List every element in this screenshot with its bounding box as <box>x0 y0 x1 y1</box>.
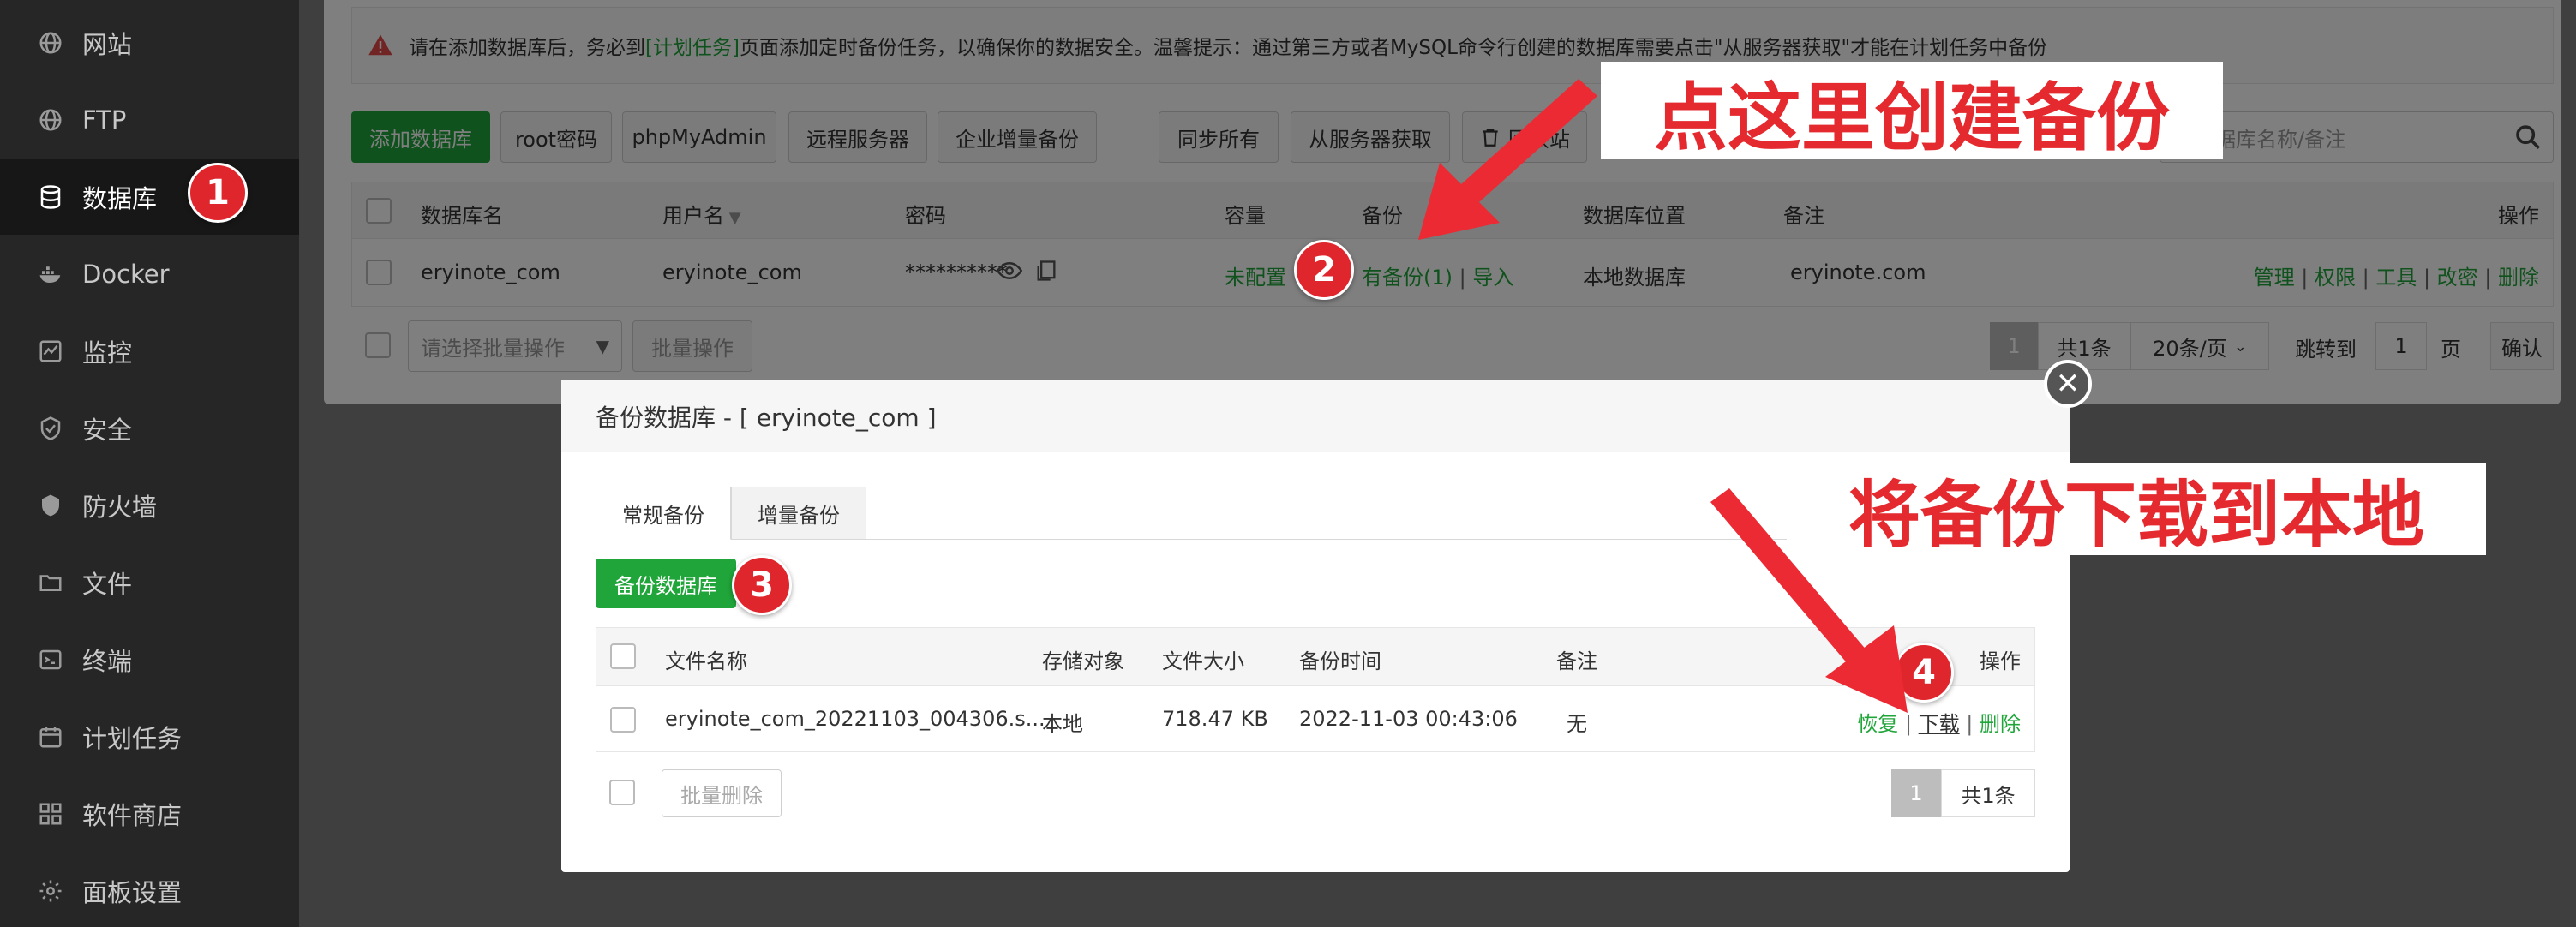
sidebar-item-label: 防火墙 <box>82 493 158 522</box>
delete-link[interactable]: 删除 <box>1980 712 2021 736</box>
firewall-icon <box>36 491 65 520</box>
sidebar-item-label: 文件 <box>82 570 133 599</box>
sidebar-item-label: 软件商店 <box>82 801 183 830</box>
sidebar-item-label: Docker <box>82 260 170 289</box>
grid-icon <box>36 799 65 828</box>
step-badge-3: 3 <box>732 555 792 615</box>
modal-title: 备份数据库 - [ eryinote_com ] <box>561 380 2070 452</box>
sidebar-item-label: 网站 <box>82 30 133 59</box>
header-operations: 操作 <box>1980 649 2021 673</box>
header-storage: 存储对象 <box>1042 649 1124 673</box>
sidebar-item-label: 安全 <box>82 416 133 445</box>
terminal-icon <box>36 645 65 674</box>
gear-icon <box>36 876 65 906</box>
callout-download-backup: 将备份下载到本地 <box>1787 463 2486 557</box>
globe-icon <box>36 105 65 135</box>
sidebar-item-settings[interactable]: 面板设置 <box>0 853 299 927</box>
sidebar-item-label: 数据库 <box>82 184 158 213</box>
backup-database-button[interactable]: 备份数据库 <box>596 559 736 608</box>
header-size: 文件大小 <box>1162 649 1244 673</box>
sidebar-item-files[interactable]: 文件 <box>0 545 299 620</box>
batch-delete-button[interactable]: 批量删除 <box>662 769 782 817</box>
callout-create-backup: 点这里创建备份 <box>1601 62 2223 161</box>
page-total: 共1条 <box>1941 769 2035 817</box>
backup-remark: 无 <box>1567 712 1587 736</box>
monitor-icon <box>36 337 65 366</box>
header-filename: 文件名称 <box>665 649 747 673</box>
sidebar-item-label: 计划任务 <box>82 724 183 753</box>
sidebar-item-monitor[interactable]: 监控 <box>0 314 299 389</box>
sidebar-item-docker[interactable]: Docker <box>0 236 299 312</box>
database-icon <box>36 182 65 212</box>
row-checkbox[interactable] <box>610 707 636 733</box>
backup-table: 文件名称 存储对象 文件大小 备份时间 备注 操作 eryinote_com_2… <box>596 627 2035 752</box>
close-icon[interactable]: ✕ <box>2044 360 2092 408</box>
download-link[interactable]: 下载 <box>1919 712 1960 736</box>
sidebar-item-label: 终端 <box>82 647 133 676</box>
step-badge-2: 2 <box>1294 240 1354 300</box>
sidebar-item-label: FTP <box>82 105 127 135</box>
tab-incremental-backup[interactable]: 增量备份 <box>731 487 866 540</box>
step-badge-1: 1 <box>188 163 248 223</box>
sidebar-item-database[interactable]: 数据库 <box>0 159 299 235</box>
sidebar-item-ftp[interactable]: FTP <box>0 82 299 158</box>
batch-select-checkbox[interactable] <box>609 780 635 805</box>
shield-icon <box>36 414 65 443</box>
sidebar-item-security[interactable]: 安全 <box>0 391 299 466</box>
sidebar: 网站 FTP 数据库 Docker 监控 安全 防火墙 文件 终端 计划任务 软… <box>0 0 299 927</box>
sidebar-item-store[interactable]: 软件商店 <box>0 776 299 852</box>
backup-filename: eryinote_com_20221103_004306.s... <box>665 707 1045 731</box>
backup-size: 718.47 KB <box>1162 707 1268 731</box>
backup-storage: 本地 <box>1042 712 1083 736</box>
backup-modal: 备份数据库 - [ eryinote_com ] <box>561 380 2070 872</box>
backup-operations: 恢复 | 下载 | 删除 <box>1857 712 2021 736</box>
step-badge-4: 4 <box>1894 643 1954 703</box>
restore-link[interactable]: 恢复 <box>1857 712 1898 736</box>
page-current[interactable]: 1 <box>1891 769 1941 817</box>
sidebar-item-cron[interactable]: 计划任务 <box>0 699 299 774</box>
header-time: 备份时间 <box>1299 649 1381 673</box>
sidebar-item-terminal[interactable]: 终端 <box>0 622 299 697</box>
docker-icon <box>36 260 65 289</box>
sidebar-item-label: 监控 <box>82 338 133 368</box>
calendar-icon <box>36 722 65 751</box>
header-remark: 备注 <box>1556 649 1597 673</box>
backup-time: 2022-11-03 00:43:06 <box>1299 707 1518 731</box>
globe-icon <box>36 28 65 57</box>
sidebar-item-label: 面板设置 <box>82 878 183 907</box>
folder-icon <box>36 568 65 597</box>
select-all-checkbox[interactable] <box>610 643 636 669</box>
tab-regular-backup[interactable]: 常规备份 <box>596 487 731 540</box>
sidebar-item-firewall[interactable]: 防火墙 <box>0 468 299 543</box>
sidebar-item-website[interactable]: 网站 <box>0 5 299 81</box>
